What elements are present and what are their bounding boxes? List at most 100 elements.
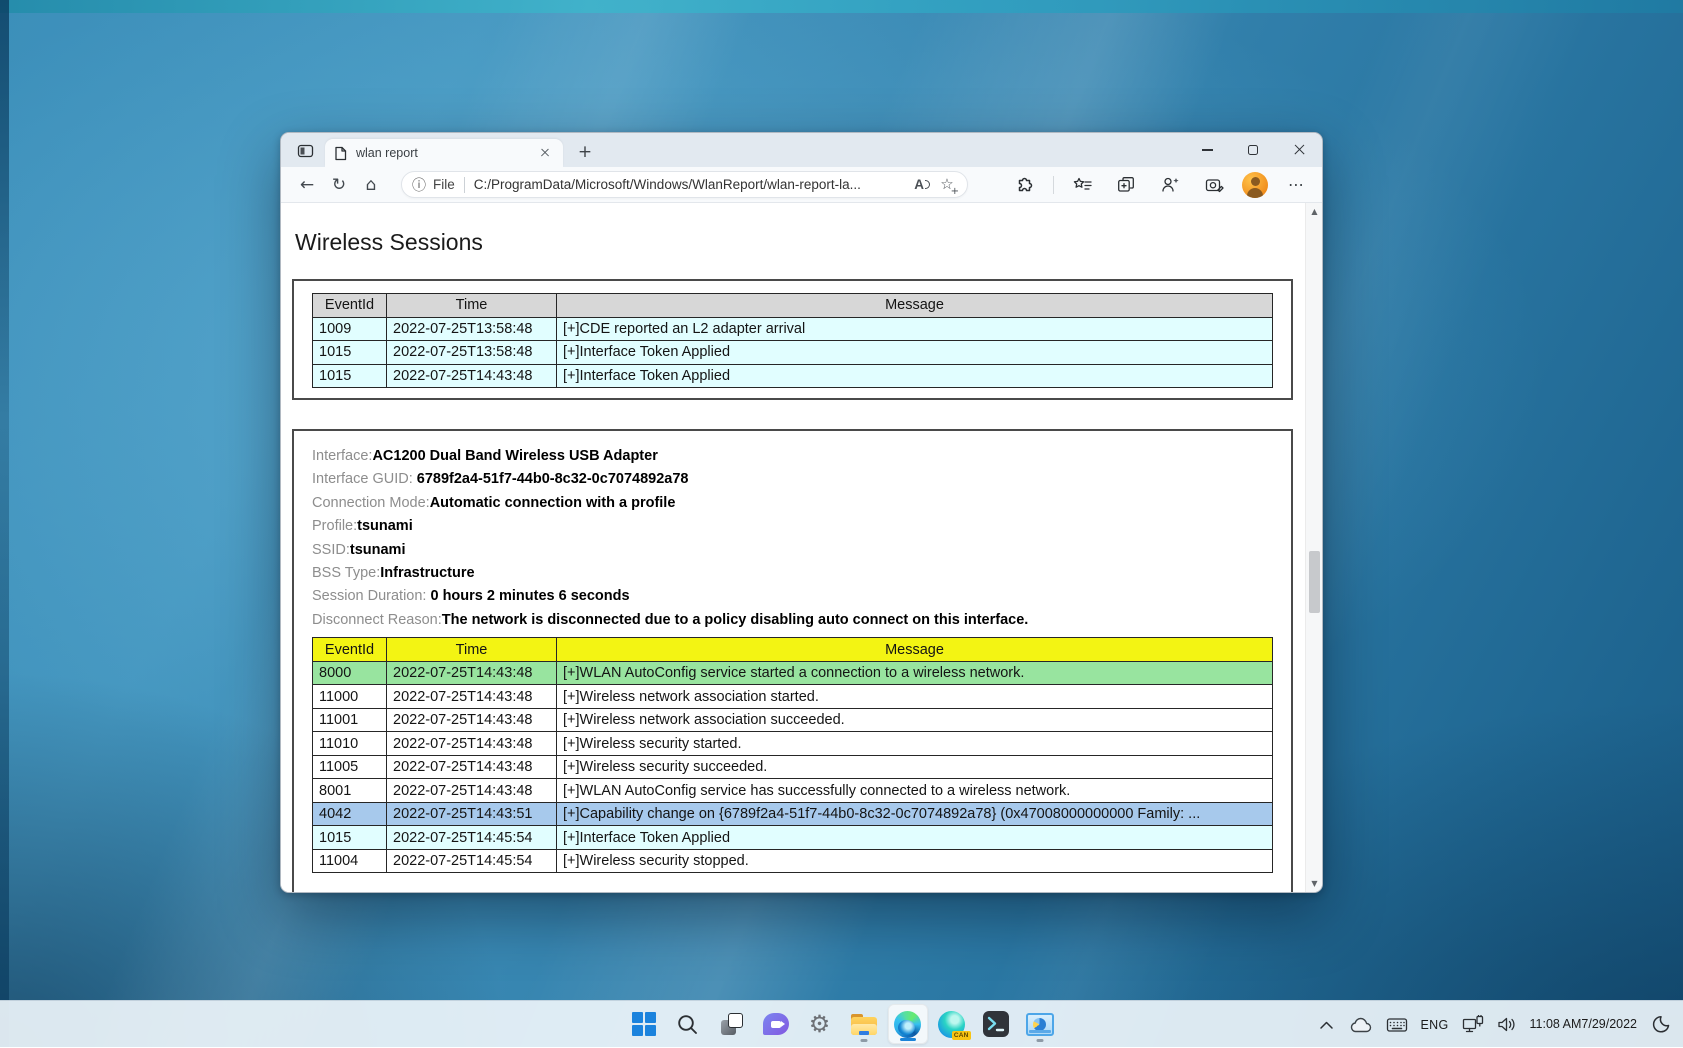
detail-label: Session Duration: <box>312 588 430 604</box>
event-row[interactable]: 110102022-07-25T14:43:48[+]Wireless secu… <box>313 732 1273 756</box>
site-info-icon[interactable]: ⓘ <box>412 175 426 195</box>
read-aloud-icon[interactable]: A <box>914 177 930 192</box>
tray-time: 11:08 AM <box>1530 1017 1582 1032</box>
tray-overflow-button[interactable] <box>1314 1007 1340 1043</box>
event-time-cell: 2022-07-25T14:45:54 <box>387 826 557 850</box>
minimize-button[interactable] <box>1184 133 1230 167</box>
session-detail-line: Interface GUID: 6789f2a4-51f7-44b0-8c32-… <box>312 468 1273 491</box>
file-explorer-icon <box>851 1014 877 1035</box>
detail-value: Infrastructure <box>380 565 474 581</box>
event-row[interactable]: 110042022-07-25T14:45:54[+]Wireless secu… <box>313 849 1273 873</box>
browser-window: wlan report + ← ↻ ⌂ ⓘ File C:/ProgramDat… <box>280 132 1323 893</box>
scrollbar-thumb[interactable] <box>1309 551 1320 613</box>
detail-value: 0 hours 2 minutes 6 seconds <box>430 588 629 604</box>
collections-icon <box>1117 176 1135 193</box>
task-manager-button[interactable] <box>1020 1004 1060 1044</box>
notification-center-button[interactable] <box>1647 1007 1673 1043</box>
running-indicator <box>860 1039 867 1042</box>
event-row[interactable]: 80012022-07-25T14:43:48[+]WLAN AutoConfi… <box>313 779 1273 803</box>
tab-actions-icon <box>297 143 314 159</box>
event-message-cell: [+]WLAN AutoConfig service started a con… <box>557 661 1273 685</box>
person-icon <box>1161 176 1180 193</box>
event-row[interactable]: 40422022-07-25T14:43:51[+]Capability cha… <box>313 802 1273 826</box>
event-message-cell: [+]Wireless security started. <box>557 732 1273 756</box>
rewards-button[interactable] <box>1154 170 1186 200</box>
event-row[interactable]: 110002022-07-25T14:43:48[+]Wireless netw… <box>313 685 1273 709</box>
event-id-cell: 1015 <box>313 826 387 850</box>
session-details: Interface:AC1200 Dual Band Wireless USB … <box>312 445 1273 632</box>
moon-icon <box>1651 1015 1670 1034</box>
task-manager-icon <box>1026 1013 1054 1036</box>
session-detail-line: Interface:AC1200 Dual Band Wireless USB … <box>312 445 1273 468</box>
tab-close-icon[interactable] <box>536 144 554 162</box>
web-capture-camera-icon <box>1205 177 1224 193</box>
wireless-events-table: EventIdTimeMessage10092022-07-25T13:58:4… <box>312 293 1273 388</box>
event-row[interactable]: 80002022-07-25T14:43:48[+]WLAN AutoConfi… <box>313 661 1273 685</box>
event-row[interactable]: 110052022-07-25T14:43:48[+]Wireless secu… <box>313 755 1273 779</box>
event-message-cell: [+]Interface Token Applied <box>557 341 1273 365</box>
task-view-button[interactable] <box>712 1004 752 1044</box>
detail-label: Connection Mode: <box>312 495 430 511</box>
detail-label: Interface: <box>312 448 372 464</box>
web-capture-button[interactable] <box>1198 170 1230 200</box>
event-row[interactable]: 10152022-07-25T14:43:48[+]Interface Toke… <box>313 364 1273 388</box>
detail-label: Interface GUID: <box>312 471 417 487</box>
onedrive-button[interactable] <box>1347 1007 1376 1043</box>
event-row[interactable]: 10152022-07-25T14:45:54[+]Interface Toke… <box>313 826 1273 850</box>
touch-keyboard-button[interactable] <box>1383 1007 1411 1043</box>
column-header-time: Time <box>387 638 557 662</box>
active-indicator <box>900 1038 916 1041</box>
file-explorer-button[interactable] <box>844 1004 884 1044</box>
canary-badge: CAN <box>952 1031 971 1040</box>
settings-button[interactable]: ⚙ <box>800 1004 840 1044</box>
home-button[interactable]: ⌂ <box>355 170 387 200</box>
profile-avatar[interactable] <box>1242 172 1268 198</box>
collections-button[interactable] <box>1110 170 1142 200</box>
start-button[interactable] <box>624 1004 664 1044</box>
language-indicator[interactable]: ENG <box>1418 1007 1452 1043</box>
detail-value: AC1200 Dual Band Wireless USB Adapter <box>372 448 657 464</box>
taskbar-center-icons: ⚙ CAN <box>624 1004 1060 1044</box>
ethernet-network-icon <box>1462 1015 1484 1034</box>
volume-button[interactable] <box>1494 1007 1520 1043</box>
session-detail-line: Disconnect Reason:The network is disconn… <box>312 609 1273 632</box>
file-protocol-label: File <box>433 177 455 192</box>
clock-date[interactable]: 11:08 AM 7/29/2022 <box>1527 1007 1641 1043</box>
new-tab-button[interactable]: + <box>573 141 597 165</box>
event-id-cell: 8001 <box>313 779 387 803</box>
chat-button[interactable] <box>756 1004 796 1044</box>
event-id-cell: 11001 <box>313 708 387 732</box>
favorites-button[interactable] <box>1066 170 1098 200</box>
scroll-down-icon[interactable]: ▼ <box>1306 876 1323 891</box>
close-button[interactable] <box>1276 133 1322 167</box>
event-id-cell: 11010 <box>313 732 387 756</box>
event-time-cell: 2022-07-25T14:43:51 <box>387 802 557 826</box>
browser-tab[interactable]: wlan report <box>325 139 563 167</box>
refresh-button[interactable]: ↻ <box>323 170 355 200</box>
search-button[interactable] <box>668 1004 708 1044</box>
chevron-up-icon <box>1319 1020 1334 1030</box>
event-message-cell: [+]Capability change on {6789f2a4-51f7-4… <box>557 802 1273 826</box>
edge-button[interactable] <box>888 1004 928 1044</box>
address-divider <box>464 177 465 193</box>
terminal-button[interactable] <box>976 1004 1016 1044</box>
scroll-up-icon[interactable]: ▲ <box>1306 204 1323 219</box>
session-detail-line: Session Duration: 0 hours 2 minutes 6 se… <box>312 585 1273 608</box>
page-scrollbar[interactable]: ▲ ▼ <box>1305 203 1322 892</box>
network-button[interactable] <box>1459 1007 1487 1043</box>
running-indicator <box>1036 1039 1043 1042</box>
maximize-button[interactable] <box>1230 133 1276 167</box>
settings-menu-button[interactable]: ⋯ <box>1280 170 1312 200</box>
event-row[interactable]: 110012022-07-25T14:43:48[+]Wireless netw… <box>313 708 1273 732</box>
event-row[interactable]: 10152022-07-25T13:58:48[+]Interface Toke… <box>313 341 1273 365</box>
session-events-table: EventIdTimeMessage80002022-07-25T14:43:4… <box>312 637 1273 873</box>
event-time-cell: 2022-07-25T14:43:48 <box>387 732 557 756</box>
event-row[interactable]: 10092022-07-25T13:58:48[+]CDE reported a… <box>313 317 1273 341</box>
back-button[interactable]: ← <box>291 170 323 200</box>
add-favorite-icon[interactable]: ☆+ <box>937 175 957 195</box>
edge-canary-button[interactable]: CAN <box>932 1004 972 1044</box>
address-bar[interactable]: ⓘ File C:/ProgramData/Microsoft/Windows/… <box>401 171 968 198</box>
tab-actions-button[interactable] <box>293 140 317 162</box>
page-icon <box>334 146 347 161</box>
extensions-button[interactable] <box>1009 170 1041 200</box>
